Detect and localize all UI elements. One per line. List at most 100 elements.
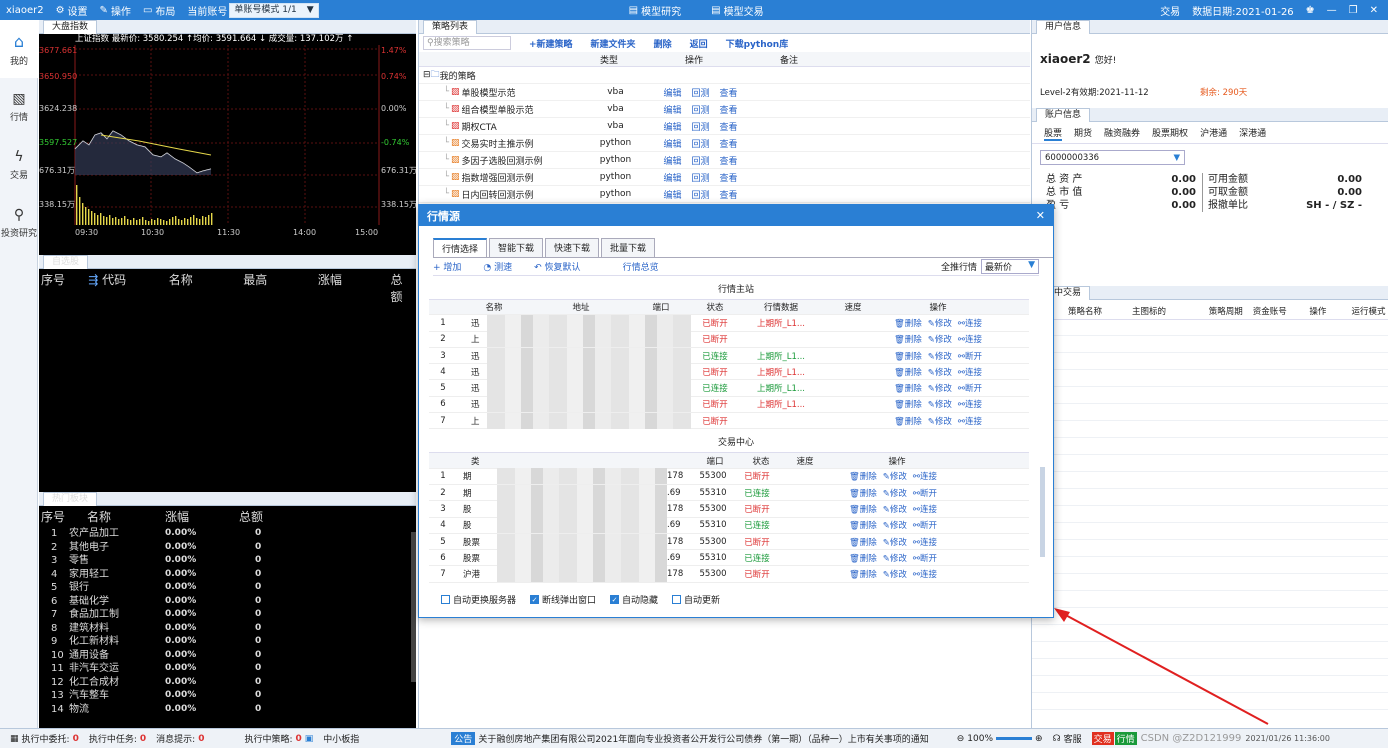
trade-center-row[interactable]: 5 股票 178 55300 已断开 🗑删除 ✎修改 ⚯连接 — [429, 533, 1029, 551]
trade-center-row[interactable]: 3 股 178 55300 已断开 🗑删除 ✎修改 ⚯连接 — [429, 500, 1029, 518]
delete-link[interactable]: 🗑删除 — [849, 536, 877, 548]
dialog-tab[interactable]: 批量下载 — [601, 238, 656, 257]
delete-link[interactable]: 🗑删除 — [849, 487, 877, 499]
delete-link[interactable]: 🗑删除 — [849, 470, 877, 482]
delete-link[interactable]: 🗑删除 — [894, 382, 922, 394]
tasks-status[interactable]: 执行中任务: 0 — [89, 732, 146, 746]
delete-link[interactable]: 🗑删除 — [849, 503, 877, 515]
strategy-view-link[interactable]: 查看 — [720, 188, 738, 201]
strategy-row[interactable]: └ ▨ 单股模型示范 vba 编辑 回测 查看 — [419, 84, 1030, 101]
col-name[interactable]: 名称 — [169, 271, 244, 305]
trade-center-row[interactable]: 2 期 .69 55310 已连接 🗑删除 ✎修改 ⚯断开 — [429, 484, 1029, 502]
delete-link[interactable]: 🗑删除 — [849, 568, 877, 580]
strategy-edit-link[interactable]: 编辑 — [663, 171, 681, 184]
hot-tab[interactable]: 热门板块 — [43, 491, 98, 506]
new-strategy-button[interactable]: +新建策略 — [529, 37, 573, 50]
main-station-row[interactable]: 3 迅 已连接 上期所_L1... 🗑删除 ✎修改 ⚯断开 — [429, 347, 1029, 365]
strategy-folder[interactable]: ⊟ 🗀 我的策略 — [419, 67, 1030, 84]
account-tab-item[interactable]: 股票期权 — [1152, 126, 1188, 141]
exec-col[interactable]: 主图标的 — [1132, 305, 1209, 317]
status-trade-button[interactable]: 交易 — [1091, 732, 1114, 745]
hot-scrollbar[interactable] — [411, 532, 416, 682]
exec-col[interactable]: 运行模式 — [1351, 305, 1388, 317]
connect-link[interactable]: ⚯连接 — [913, 536, 937, 548]
main-station-row[interactable]: 5 迅 已连接 上期所_L1... 🗑删除 ✎修改 ⚯断开 — [429, 380, 1029, 397]
col-index[interactable]: 序号 — [41, 271, 80, 305]
station-data[interactable]: 上期所_L1... — [739, 317, 823, 329]
option-checkbox[interactable]: ✓ 断线弹出窗口 — [530, 593, 596, 606]
zoom-slider[interactable] — [996, 737, 1033, 740]
hot-row[interactable]: 1 农产品加工 0.00% 0 — [39, 527, 416, 541]
zoom-control[interactable]: ⊖ 100% ⊕ — [957, 734, 1043, 744]
edit-link[interactable]: ✎修改 — [883, 470, 907, 482]
dialog-scrollbar[interactable] — [1040, 467, 1045, 557]
hot-row[interactable]: 9 化工新材料 0.00% 0 — [39, 635, 416, 649]
nav-market[interactable]: ▧ 行情 — [0, 78, 38, 136]
maximize-icon[interactable]: ❐ — [1349, 5, 1358, 16]
hot-row[interactable]: 12 化工合成材 0.00% 0 — [39, 676, 416, 690]
layout-button[interactable]: ▭ 布局 — [143, 3, 175, 18]
strategy-view-link[interactable]: 查看 — [720, 137, 738, 150]
strategy-edit-link[interactable]: 编辑 — [663, 188, 681, 201]
connect-link[interactable]: ⚯连接 — [958, 398, 982, 410]
connect-link[interactable]: ⚯连接 — [913, 470, 937, 482]
speed-test-button[interactable]: ◔ 测速 — [483, 260, 512, 273]
main-station-row[interactable]: 6 迅 已断开 上期所_L1... 🗑删除 ✎修改 ⚯连接 — [429, 396, 1029, 414]
edit-link[interactable]: ✎修改 — [883, 487, 907, 499]
col-high[interactable]: 最高 — [243, 271, 318, 305]
service-button[interactable]: ☊ 客服 — [1053, 732, 1082, 746]
edit-link[interactable]: ✎修改 — [928, 317, 952, 329]
nav-research[interactable]: ⚲ 投资研究 — [0, 194, 38, 252]
restore-default-button[interactable]: ↶ 恢复默认 — [534, 260, 580, 273]
account-tab-item[interactable]: 融资融券 — [1104, 126, 1140, 141]
strategy-row[interactable]: └ ▨ 多因子选股回测示例 python 编辑 回测 查看 — [419, 152, 1030, 169]
hot-row[interactable]: 3 零售 0.00% 0 — [39, 554, 416, 568]
strategy-edit-link[interactable]: 编辑 — [663, 103, 681, 116]
watchlist-tab[interactable]: 自选股 — [43, 254, 89, 269]
station-data[interactable]: 上期所_L1... — [739, 350, 823, 362]
connect-link[interactable]: ⚯连接 — [913, 503, 937, 515]
hot-row[interactable]: 2 其他电子 0.00% 0 — [39, 541, 416, 555]
edit-link[interactable]: ✎修改 — [928, 350, 952, 362]
delete-link[interactable]: 🗑删除 — [849, 552, 877, 564]
disconnect-link[interactable]: ⚯断开 — [913, 552, 937, 564]
dialog-tab[interactable]: 快速下载 — [545, 238, 600, 257]
hot-row[interactable]: 10 通用设备 0.00% 0 — [39, 649, 416, 663]
option-checkbox[interactable]: 自动更换服务器 — [441, 593, 516, 606]
hot-row[interactable]: 4 家用轻工 0.00% 0 — [39, 568, 416, 582]
account-tab-item[interactable]: 沪港通 — [1200, 126, 1227, 141]
main-station-row[interactable]: 2 上 已断开 🗑删除 ✎修改 ⚯连接 — [429, 331, 1029, 348]
strategy-edit-link[interactable]: 编辑 — [663, 86, 681, 99]
delete-link[interactable]: 🗑删除 — [894, 350, 922, 362]
orders-status[interactable]: ▦ 执行中委托: 0 — [10, 732, 79, 746]
back-button[interactable]: 返回 — [690, 37, 708, 50]
station-data[interactable]: 上期所_L1... — [739, 398, 823, 410]
edit-link[interactable]: ✎修改 — [928, 366, 952, 378]
strategy-backtest-link[interactable]: 回测 — [692, 171, 710, 184]
edit-link[interactable]: ✎修改 — [883, 536, 907, 548]
connect-link[interactable]: ⚯连接 — [958, 317, 982, 329]
connect-link[interactable]: ⚯连接 — [958, 333, 982, 345]
strategy-row[interactable]: └ ▨ 组合模型单股示范 vba 编辑 回测 查看 — [419, 101, 1030, 118]
edit-link[interactable]: ✎修改 — [883, 519, 907, 531]
account-tab-item[interactable]: 股票 — [1044, 126, 1063, 141]
account-select[interactable]: 6000000336 ▼ — [1040, 150, 1185, 165]
disconnect-link[interactable]: ⚯断开 — [913, 487, 937, 499]
connect-link[interactable]: ⚯连接 — [913, 568, 937, 580]
hot-col-total[interactable]: 总额 — [239, 508, 263, 525]
edit-link[interactable]: ✎修改 — [928, 398, 952, 410]
delete-link[interactable]: 🗑删除 — [894, 317, 922, 329]
dialog-tab[interactable]: 行情选择 — [433, 238, 488, 257]
delete-link[interactable]: 🗑删除 — [894, 333, 922, 345]
col-change[interactable]: 涨幅 — [318, 271, 391, 305]
account-tab-item[interactable]: 深港通 — [1239, 126, 1266, 141]
strategy-view-link[interactable]: 查看 — [720, 103, 738, 116]
user-tab[interactable]: 用户信息 — [1036, 19, 1091, 34]
trade-center-row[interactable]: 1 期 178 55300 已断开 🗑删除 ✎修改 ⚯连接 — [429, 468, 1029, 485]
add-button[interactable]: + 增加 — [433, 260, 461, 273]
strategy-backtest-link[interactable]: 回测 — [692, 120, 710, 133]
index-tab[interactable]: 大盘指数 — [43, 19, 98, 34]
hot-col-name[interactable]: 名称 — [87, 508, 165, 525]
option-checkbox[interactable]: ✓ 自动隐藏 — [610, 593, 658, 606]
delete-button[interactable]: 删除 — [654, 37, 672, 50]
